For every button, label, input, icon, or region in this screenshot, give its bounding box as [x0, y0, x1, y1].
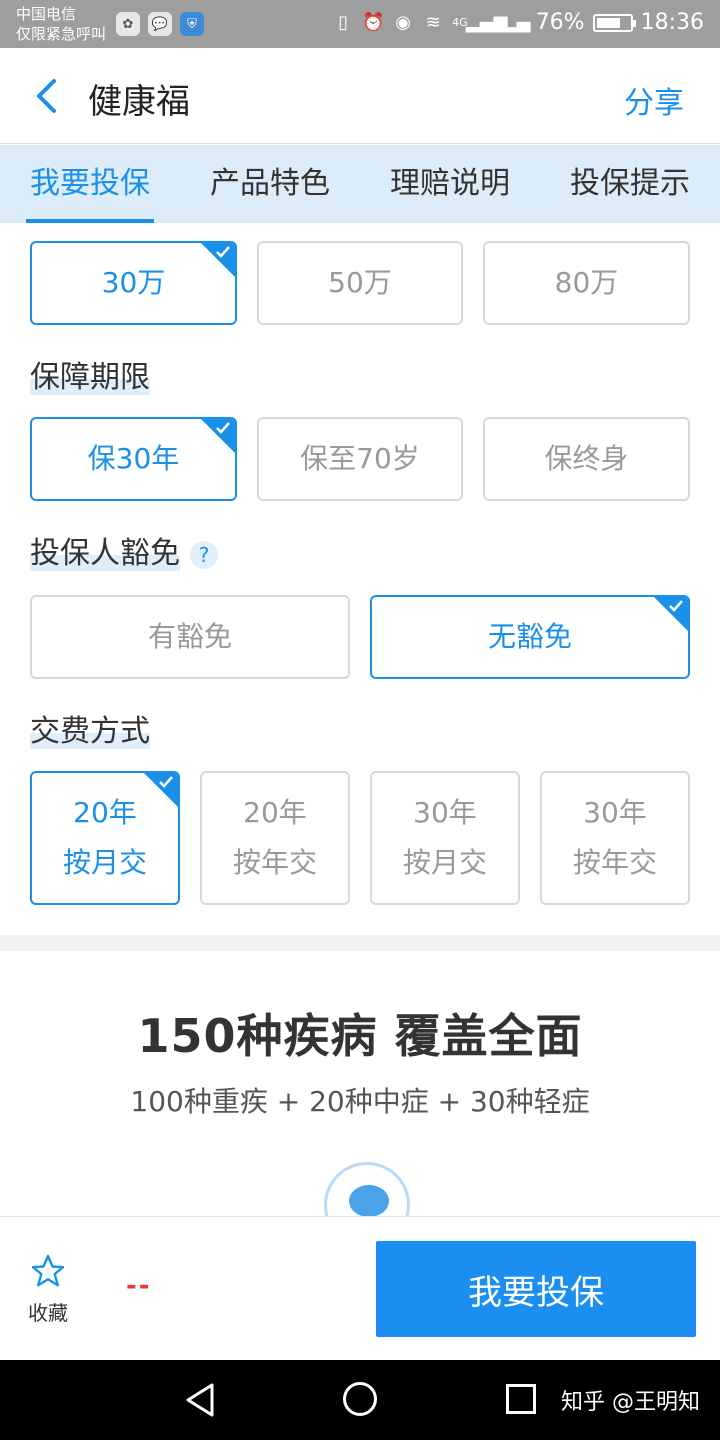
- tab-claims[interactable]: 理赔说明: [360, 145, 540, 223]
- notification-icons: ✿ 💬 ⛨: [116, 12, 204, 36]
- help-icon[interactable]: ?: [190, 540, 218, 569]
- feature-subtitle: 100种重疾 + 20种中症 + 30种轻症: [130, 1085, 590, 1118]
- option-label: 无豁免: [487, 620, 572, 653]
- back-button[interactable]: [28, 76, 64, 116]
- section-divider: [0, 935, 720, 951]
- term-option-30y[interactable]: 保30年: [30, 417, 237, 501]
- term-label: 保障期限: [30, 360, 150, 395]
- star-icon: [31, 1254, 65, 1287]
- wifi-icon: ≋: [425, 12, 441, 33]
- payment-option-20y-monthly[interactable]: 20年 按月交: [30, 771, 180, 905]
- nav-back-icon[interactable]: [184, 1382, 216, 1418]
- payment-option-20y-yearly[interactable]: 20年 按年交: [200, 771, 350, 905]
- battery-icon: [592, 13, 636, 32]
- back-arrow-icon: [37, 79, 56, 113]
- favorite-label: 收藏: [28, 1301, 68, 1325]
- coverage-option-50w[interactable]: 50万: [257, 241, 463, 325]
- option-label: 有豁免: [147, 620, 232, 653]
- apply-button[interactable]: 我要投保: [376, 1241, 696, 1337]
- price-value: --: [126, 1271, 152, 1301]
- option-label: 30年 按月交: [402, 796, 487, 879]
- page-title: 健康福: [88, 82, 190, 122]
- option-label: 30万: [101, 266, 166, 299]
- tab-bar: 我要投保 产品特色 理赔说明 投保提示: [0, 145, 720, 223]
- waiver-option-with[interactable]: 有豁免: [30, 595, 350, 679]
- favorite-button[interactable]: [26, 1253, 70, 1293]
- system-nav-bar: 知乎 @王明知: [0, 1360, 720, 1440]
- check-icon: [159, 776, 173, 788]
- message-notification-icon: 💬: [148, 12, 172, 36]
- option-label: 50万: [328, 266, 392, 299]
- payment-option-30y-yearly[interactable]: 30年 按年交: [540, 771, 690, 905]
- shield-notification-icon: ⛨: [180, 12, 204, 36]
- option-label: 保至70岁: [300, 442, 420, 475]
- feature-title: 150种疾病 覆盖全面: [137, 1009, 583, 1063]
- check-icon: [669, 600, 683, 612]
- option-label: 30年 按年交: [572, 796, 657, 879]
- option-label: 80万: [554, 266, 619, 299]
- action-bar: 收藏 -- 我要投保: [0, 1216, 720, 1360]
- option-label: 保终身: [544, 442, 629, 475]
- app-notification-icon: ✿: [116, 12, 140, 36]
- carrier-name: 中国电信: [16, 5, 77, 23]
- coverage-option-80w[interactable]: 80万: [483, 241, 690, 325]
- tab-notice[interactable]: 投保提示: [540, 145, 720, 223]
- waiver-option-without[interactable]: 无豁免: [370, 595, 690, 679]
- payment-label: 交费方式: [30, 714, 150, 749]
- option-label: 20年 按月交: [62, 796, 147, 879]
- status-right: ▯ ⏰ ◉ ≋ 4G ▂▄▆ ▂▄ 76% 18:36: [332, 10, 704, 35]
- status-bar: 中国电信 仅限紧急呼叫 ✿ 💬 ⛨ ▯ ⏰ ◉ ≋ 4G ▂▄▆ ▂▄ 76% …: [0, 0, 720, 48]
- nav-home-icon[interactable]: [343, 1382, 377, 1416]
- battery-percent: 76%: [535, 10, 585, 35]
- illustration-figure: [349, 1185, 389, 1217]
- coverage-option-30w[interactable]: 30万: [30, 241, 237, 325]
- battery-fill: [596, 17, 620, 28]
- waiver-label: 投保人豁免?: [30, 528, 218, 572]
- carrier-info: 中国电信 仅限紧急呼叫: [16, 4, 106, 44]
- nav-recent-icon[interactable]: [506, 1384, 536, 1414]
- signal-2-icon: ▂▄: [502, 12, 531, 33]
- term-option-lifetime[interactable]: 保终身: [483, 417, 690, 501]
- clock: 18:36: [640, 10, 704, 35]
- term-option-to-70[interactable]: 保至70岁: [257, 417, 463, 501]
- alarm-icon: ⏰: [361, 12, 385, 33]
- tab-apply[interactable]: 我要投保: [0, 145, 180, 223]
- signal-icon: ▂▄▆: [465, 12, 508, 33]
- carrier-status: 仅限紧急呼叫: [16, 25, 107, 43]
- option-label: 保30年: [87, 442, 180, 475]
- eye-icon: ◉: [395, 12, 412, 33]
- watermark: 知乎 @王明知: [561, 1390, 700, 1415]
- option-label: 20年 按年交: [232, 796, 317, 879]
- title-bar: 健康福 分享: [0, 48, 720, 144]
- share-button[interactable]: 分享: [624, 78, 684, 122]
- check-icon: [216, 246, 230, 258]
- vibrate-icon: ▯: [338, 12, 349, 33]
- tab-features[interactable]: 产品特色: [180, 145, 360, 223]
- check-icon: [216, 422, 230, 434]
- payment-option-30y-monthly[interactable]: 30年 按月交: [370, 771, 520, 905]
